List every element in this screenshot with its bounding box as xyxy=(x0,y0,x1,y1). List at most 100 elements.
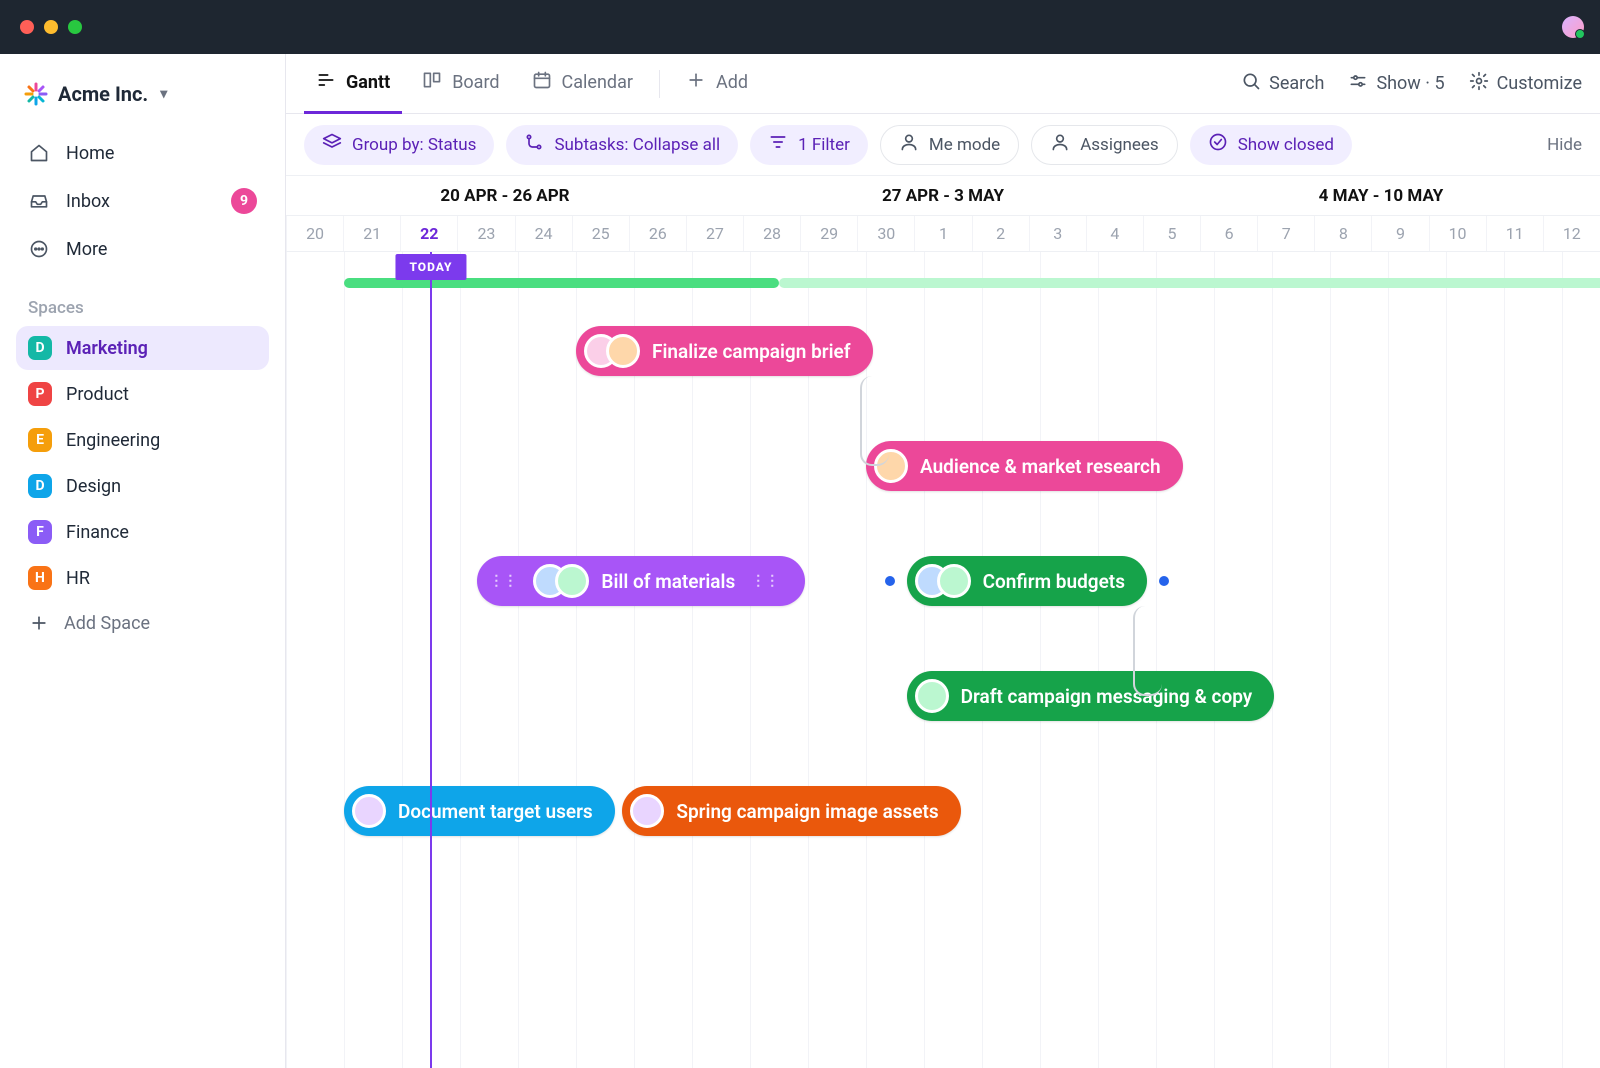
tab-label: Gantt xyxy=(346,72,390,93)
drag-grip-icon[interactable]: ⋮⋮ xyxy=(485,573,521,589)
space-label: Finance xyxy=(66,522,129,543)
task-avatars xyxy=(533,564,589,598)
gantt-task-bar[interactable]: Audience & market research xyxy=(866,441,1183,491)
space-row[interactable]: DDesign xyxy=(16,464,269,508)
tab-board[interactable]: Board xyxy=(410,54,511,114)
space-row[interactable]: DMarketing xyxy=(16,326,269,370)
day-label: 5 xyxy=(1143,216,1200,251)
avatar xyxy=(937,564,971,598)
grid-column xyxy=(402,252,403,1068)
gantt-task-bar[interactable]: Document target users xyxy=(344,786,615,836)
nav-inbox[interactable]: Inbox 9 xyxy=(16,178,269,224)
day-label: 9 xyxy=(1371,216,1428,251)
tab-gantt[interactable]: Gantt xyxy=(304,54,402,114)
week-label: 4 MAY - 10 MAY xyxy=(1162,176,1600,215)
grid-column xyxy=(982,252,983,1068)
gantt-task-bar[interactable]: Confirm budgets xyxy=(907,556,1147,606)
show-button[interactable]: Show · 5 xyxy=(1348,71,1444,96)
task-label: Finalize campaign brief xyxy=(652,340,851,363)
grid-column xyxy=(576,252,577,1068)
board-icon xyxy=(422,70,442,95)
day-label: 25 xyxy=(572,216,629,251)
day-label: 30 xyxy=(857,216,914,251)
week-label: 27 APR - 3 MAY xyxy=(724,176,1162,215)
space-row[interactable]: PProduct xyxy=(16,372,269,416)
pill-label: Assignees xyxy=(1080,135,1159,155)
pill-label: Group by: Status xyxy=(352,135,476,155)
task-label: Document target users xyxy=(398,800,593,823)
space-label: Marketing xyxy=(66,338,148,359)
maximize-window[interactable] xyxy=(68,20,82,34)
space-badge: P xyxy=(28,382,52,406)
add-space-button[interactable]: Add Space xyxy=(16,600,269,646)
me-mode-pill[interactable]: Me mode xyxy=(880,125,1019,165)
dependency-line xyxy=(860,376,889,466)
progress-segment xyxy=(779,278,1600,288)
tab-calendar[interactable]: Calendar xyxy=(520,54,645,114)
space-row[interactable]: E Engineering xyxy=(16,418,269,462)
gantt-task-bar[interactable]: Spring campaign image assets xyxy=(622,786,960,836)
dependency-handle[interactable] xyxy=(1159,576,1169,586)
day-label: 29 xyxy=(800,216,857,251)
subtasks-pill[interactable]: Subtasks: Collapse all xyxy=(506,125,738,165)
add-space-label: Add Space xyxy=(64,613,150,634)
day-header: 2021222324252627282930123456789101112 xyxy=(286,216,1600,252)
grid-column xyxy=(1388,252,1389,1068)
search-button[interactable]: Search xyxy=(1241,71,1324,96)
day-label: 4 xyxy=(1086,216,1143,251)
hide-button[interactable]: Hide xyxy=(1547,135,1582,155)
day-label: 10 xyxy=(1429,216,1486,251)
gantt-grid xyxy=(286,252,1600,1068)
sliders-icon xyxy=(1348,71,1368,96)
chevron-down-icon: ▾ xyxy=(160,86,167,102)
current-user-avatar[interactable] xyxy=(1562,16,1584,38)
day-label: 27 xyxy=(686,216,743,251)
search-label: Search xyxy=(1269,73,1324,94)
day-label: 22 xyxy=(400,216,457,251)
nav-home[interactable]: Home xyxy=(16,132,269,174)
gantt-task-bar[interactable]: Finalize campaign brief xyxy=(576,326,873,376)
inbox-badge: 9 xyxy=(231,188,257,214)
day-label: 20 xyxy=(286,216,343,251)
grid-column xyxy=(1330,252,1331,1068)
grid-column xyxy=(286,252,287,1068)
assignees-pill[interactable]: Assignees xyxy=(1031,125,1178,165)
show-closed-pill[interactable]: Show closed xyxy=(1190,125,1352,165)
nav-more[interactable]: More xyxy=(16,228,269,270)
workspace-switcher[interactable]: Acme Inc. ▾ xyxy=(16,74,269,114)
gantt-task-bar[interactable]: Draft campaign messaging & copy xyxy=(907,671,1275,721)
customize-button[interactable]: Customize xyxy=(1469,71,1582,96)
drag-grip-icon[interactable]: ⋮⋮ xyxy=(747,573,783,589)
day-label: 28 xyxy=(743,216,800,251)
add-view-button[interactable]: Add xyxy=(674,54,760,114)
gantt-chart[interactable]: 20 APR - 26 APR27 APR - 3 MAY4 MAY - 10 … xyxy=(286,176,1600,1068)
primary-nav: Home Inbox 9 More xyxy=(16,132,269,270)
gantt-task-bar[interactable]: ⋮⋮Bill of materials⋮⋮ xyxy=(477,556,805,606)
day-label: 23 xyxy=(457,216,514,251)
space-label: Engineering xyxy=(66,430,160,451)
day-label: 1 xyxy=(914,216,971,251)
space-badge: H xyxy=(28,566,52,590)
search-icon xyxy=(1241,71,1261,96)
close-window[interactable] xyxy=(20,20,34,34)
space-row[interactable]: F Finance xyxy=(16,510,269,554)
space-badge: E xyxy=(28,428,52,452)
nav-label: Home xyxy=(66,143,114,164)
filter-pill[interactable]: 1 Filter xyxy=(750,125,868,165)
task-avatars xyxy=(584,334,640,368)
avatar xyxy=(915,679,949,713)
dependency-handle[interactable] xyxy=(885,576,895,586)
space-row[interactable]: HHR xyxy=(16,556,269,600)
minimize-window[interactable] xyxy=(44,20,58,34)
sidebar: Acme Inc. ▾ Home Inbox 9 More Spaces DMa… xyxy=(0,54,286,1068)
group-by-pill[interactable]: Group by: Status xyxy=(304,125,494,165)
day-label: 26 xyxy=(629,216,686,251)
tab-label: Board xyxy=(452,72,499,93)
check-circle-icon xyxy=(1208,132,1228,157)
avatar xyxy=(630,794,664,828)
view-tabs: Gantt Board Calendar Add Search xyxy=(286,54,1600,114)
avatar xyxy=(555,564,589,598)
nav-label: Inbox xyxy=(66,191,110,212)
space-badge: F xyxy=(28,520,52,544)
day-label: 2 xyxy=(972,216,1029,251)
